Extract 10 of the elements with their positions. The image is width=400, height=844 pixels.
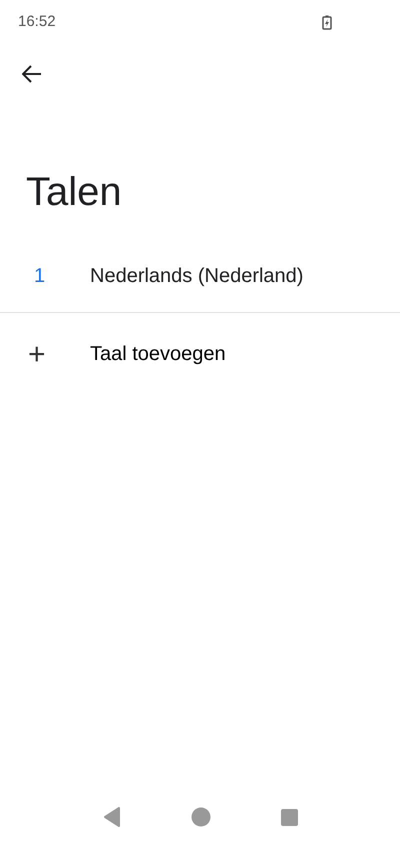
add-language-button[interactable]: + Taal toevoegen <box>0 313 400 395</box>
page-title: Talen <box>26 169 123 216</box>
language-number: 1 <box>34 264 46 289</box>
home-nav-icon[interactable] <box>190 807 210 827</box>
battery-icon <box>322 14 332 30</box>
back-nav-icon[interactable] <box>102 807 120 827</box>
back-arrow-icon <box>22 65 42 83</box>
language-name: Nederlands (Nederland) <box>90 264 304 289</box>
status-time: 16:52 <box>18 12 56 32</box>
recents-nav-icon[interactable] <box>280 808 298 826</box>
